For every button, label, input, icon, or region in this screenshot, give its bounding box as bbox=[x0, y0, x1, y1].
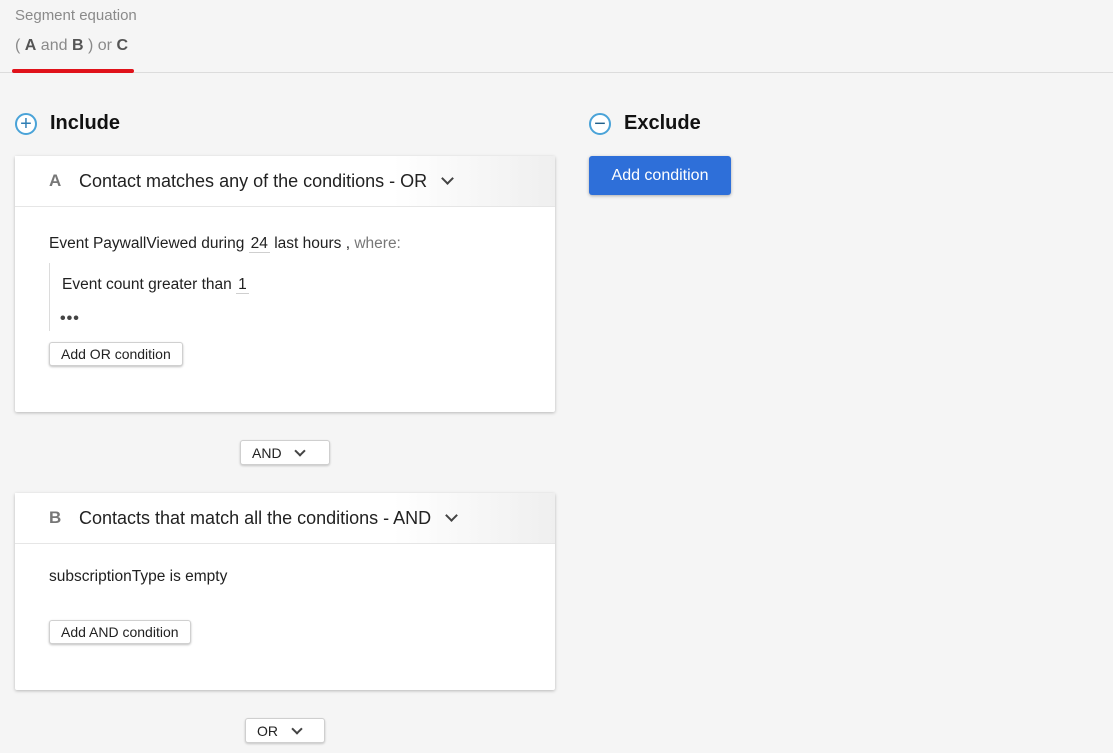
group-b-title: Contacts that match all the conditions -… bbox=[79, 507, 432, 528]
group-b-letter: B bbox=[49, 508, 62, 527]
exclude-header: − Exclude bbox=[589, 112, 701, 135]
exclude-add-condition-button[interactable]: Add condition bbox=[589, 156, 731, 195]
chevron-down-icon bbox=[291, 722, 303, 735]
plus-circle-icon[interactable]: + bbox=[15, 112, 37, 135]
exclude-title: Exclude bbox=[624, 112, 701, 134]
sub-field[interactable]: Event count bbox=[62, 276, 144, 293]
group-b-card: B Contacts that match all the conditions… bbox=[15, 493, 555, 690]
active-underline bbox=[12, 69, 134, 73]
include-title: Include bbox=[50, 112, 121, 134]
connector-or-label: OR bbox=[257, 722, 278, 739]
more-options-icon[interactable]: ••• bbox=[60, 310, 80, 328]
attribute-condition: subscriptionType is empty bbox=[49, 568, 227, 586]
eq-var-b: B bbox=[71, 37, 84, 54]
add-or-condition-button[interactable]: Add OR condition bbox=[49, 342, 183, 366]
connector-or-select[interactable]: OR bbox=[245, 718, 325, 743]
group-a-header[interactable]: A Contact matches any of the conditions … bbox=[15, 156, 555, 207]
group-a-card: A Contact matches any of the conditions … bbox=[15, 156, 555, 412]
during-value[interactable]: 24 bbox=[248, 235, 270, 253]
eq-var-a: A bbox=[24, 37, 37, 54]
where-subconditions: Event count greater than 1 ••• bbox=[49, 263, 530, 331]
chevron-down-icon bbox=[294, 444, 306, 457]
group-a-letter: A bbox=[49, 171, 62, 190]
event-name[interactable]: PaywallViewed bbox=[93, 235, 197, 252]
during-word: during bbox=[201, 235, 245, 252]
sub-condition: Event count greater than 1 bbox=[62, 276, 249, 294]
period-select[interactable]: last hours bbox=[274, 235, 341, 252]
comma: , bbox=[345, 235, 351, 252]
eq-var-c: C bbox=[116, 37, 128, 54]
eq-open-paren: ( bbox=[15, 37, 21, 54]
attribute-operator[interactable]: is empty bbox=[170, 568, 228, 585]
segment-equation-area: Segment equation ( A and B ) or C bbox=[0, 0, 1113, 73]
sub-value[interactable]: 1 bbox=[236, 276, 249, 294]
sub-operator[interactable]: greater than bbox=[148, 276, 232, 293]
chevron-down-icon[interactable] bbox=[445, 509, 459, 522]
connector-and-select[interactable]: AND bbox=[240, 440, 330, 465]
eq-and: and bbox=[40, 37, 68, 54]
where-word: where: bbox=[354, 235, 401, 252]
add-and-condition-button[interactable]: Add AND condition bbox=[49, 620, 191, 644]
attribute-field[interactable]: subscriptionType bbox=[49, 568, 165, 585]
eq-or: or bbox=[97, 37, 112, 54]
segment-equation-expression: ( A and B ) or C bbox=[15, 37, 128, 55]
event-prefix: Event bbox=[49, 235, 89, 252]
minus-circle-icon[interactable]: − bbox=[589, 112, 611, 135]
segment-equation-label: Segment equation bbox=[15, 7, 137, 24]
group-a-title: Contact matches any of the conditions - … bbox=[79, 170, 428, 191]
group-b-header[interactable]: B Contacts that match all the conditions… bbox=[15, 493, 555, 544]
include-header: + Include bbox=[15, 112, 120, 135]
event-condition: Event PaywallViewed during 24 last hours… bbox=[49, 235, 401, 253]
chevron-down-icon[interactable] bbox=[441, 172, 455, 185]
connector-and-label: AND bbox=[252, 444, 282, 461]
eq-close-paren: ) bbox=[87, 37, 94, 54]
